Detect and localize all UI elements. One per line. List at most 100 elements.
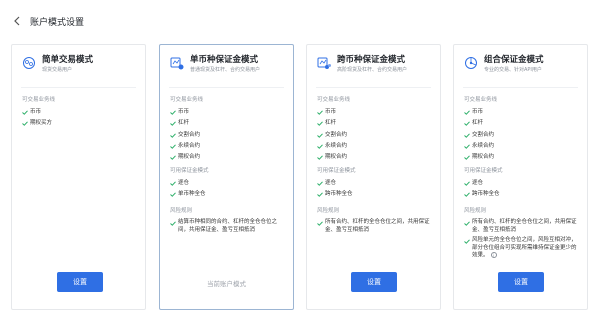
- tradable-section: 可交易业务线 币币 杠杆 交割合约 永续合约 期权合约: [170, 96, 285, 163]
- list-item: 单币种全仓: [170, 189, 285, 200]
- list-item: 杠杆: [464, 118, 579, 129]
- check-icon: [317, 152, 325, 163]
- list-item: 杠杆: [317, 118, 432, 129]
- list-item: 交割合约: [317, 130, 432, 141]
- page-title: 账户模式设置: [30, 17, 85, 28]
- risk-section: 风险规则 结算币种相同的合约、杠杆的全仓仓位之间，共用保证金、盈亏互相抵消: [170, 207, 285, 234]
- card-description: 普通现货及杠杆、合约交易用户: [190, 67, 261, 73]
- card-title: 单币种保证金模式: [190, 55, 259, 65]
- card-single-currency-margin[interactable]: 单币种保证金模式 普通现货及杠杆、合约交易用户 可交易业务线 币币 杠杆 交割合…: [159, 44, 294, 310]
- info-icon[interactable]: i: [490, 252, 497, 258]
- check-icon: [464, 189, 472, 200]
- back-arrow-icon[interactable]: [10, 14, 24, 28]
- list-item: 币币: [464, 107, 579, 118]
- list-item: 结算币种相同的合约、杠杆的全仓仓位之间，共用保证金、盈亏互相抵消: [170, 218, 285, 234]
- list-item: 币币: [317, 107, 432, 118]
- list-item: 杠杆: [170, 118, 285, 129]
- divider: [463, 87, 578, 88]
- list-item: 交割合约: [170, 130, 285, 141]
- card-description: 专业的交易、针对API用户: [484, 67, 542, 73]
- check-icon: [464, 236, 472, 247]
- card-description: 现货交易用户: [42, 67, 73, 73]
- page-header: 账户模式设置: [10, 13, 84, 29]
- check-icon: [317, 130, 325, 141]
- section-title: 可用保证金模式: [464, 168, 503, 174]
- section-title: 可交易业务线: [22, 97, 56, 103]
- check-icon: [170, 107, 178, 118]
- check-icon: [464, 152, 472, 163]
- check-icon: [170, 189, 178, 200]
- margin-section: 可用保证金模式 逐仓 跨币种全仓: [317, 167, 432, 201]
- section-title: 可交易业务线: [464, 97, 498, 103]
- portfolio-margin-icon: [464, 55, 478, 69]
- list-item: 所有合约、杠杆的全仓仓位之间，共用保证金、盈亏互相抵消: [317, 218, 432, 234]
- set-button[interactable]: 设置: [57, 272, 103, 292]
- card-title: 组合保证金模式: [484, 55, 544, 65]
- card-header: 组合保证金模式 专业的交易、针对API用户: [464, 54, 581, 74]
- list-item: 期权合约: [317, 152, 432, 163]
- check-icon: [317, 178, 325, 189]
- list-item: 逐仓: [170, 178, 285, 189]
- check-icon: [464, 141, 472, 152]
- check-icon: [170, 118, 178, 129]
- risk-section: 风险规则 所有合约、杠杆的全仓仓位之间，共用保证金、盈亏互相抵消 风险单元的全仓…: [464, 207, 579, 260]
- margin-section: 可用保证金模式 逐仓 单币种全仓: [170, 167, 285, 201]
- divider: [316, 87, 431, 88]
- list-item: 期权买方: [22, 118, 137, 129]
- check-icon: [170, 141, 178, 152]
- list-item: 所有合约、杠杆的全仓仓位之间，共用保证金、盈亏互相抵消: [464, 218, 579, 234]
- list-item: 交割合约: [464, 130, 579, 141]
- check-icon: [170, 152, 178, 163]
- list-item: 跨币种全仓: [464, 189, 579, 200]
- check-icon: [317, 189, 325, 200]
- card-header: 跨币种保证金模式 高阶现货及杠杆、合约交易用户: [317, 54, 434, 74]
- list-item: 风险单元的全仓仓位之间，风险互相对冲，部分仓位组合可实现所需维持保证金更少的效果…: [464, 236, 579, 260]
- check-icon: [170, 178, 178, 189]
- list-item: 逐仓: [317, 178, 432, 189]
- tradable-section: 可交易业务线 币币 杠杆 交割合约 永续合约 期权合约: [317, 96, 432, 163]
- margin-section: 可用保证金模式 逐仓 跨币种全仓: [464, 167, 579, 201]
- card-cross-currency-margin[interactable]: 跨币种保证金模式 高阶现货及杠杆、合约交易用户 可交易业务线 币币 杠杆 交割合…: [306, 44, 441, 310]
- section-title: 风险规则: [170, 208, 193, 214]
- card-title: 简单交易模式: [42, 55, 94, 65]
- list-item: 跨币种全仓: [317, 189, 432, 200]
- check-icon: [464, 178, 472, 189]
- section-title: 可交易业务线: [170, 97, 204, 103]
- check-icon: [22, 118, 30, 129]
- list-item: 永续合约: [170, 141, 285, 152]
- card-portfolio-margin[interactable]: 组合保证金模式 专业的交易、针对API用户 可交易业务线 币币 杠杆 交割合约 …: [453, 44, 588, 310]
- check-icon: [170, 130, 178, 141]
- card-simple-mode[interactable]: 简单交易模式 现货交易用户 可交易业务线 币币 期权买方 设置: [11, 44, 146, 310]
- check-icon: [170, 218, 178, 229]
- tradable-section: 可交易业务线 币币 杠杆 交割合约 永续合约 期权合约: [464, 96, 579, 163]
- divider: [169, 87, 284, 88]
- check-icon: [317, 118, 325, 129]
- card-description: 高阶现货及杠杆、合约交易用户: [337, 67, 408, 73]
- list-item: 永续合约: [317, 141, 432, 152]
- section-title: 风险规则: [317, 208, 340, 214]
- check-icon: [464, 107, 472, 118]
- list-item: 币币: [170, 107, 285, 118]
- check-icon: [317, 218, 325, 229]
- check-icon: [464, 130, 472, 141]
- list-item: 永续合约: [464, 141, 579, 152]
- check-icon: [464, 118, 472, 129]
- simple-mode-icon: [22, 55, 36, 69]
- section-title: 风险规则: [464, 208, 487, 214]
- card-header: 简单交易模式 现货交易用户: [22, 54, 139, 74]
- cross-currency-icon: [317, 55, 331, 69]
- check-icon: [317, 107, 325, 118]
- list-item: 逐仓: [464, 178, 579, 189]
- divider: [21, 87, 136, 88]
- list-item: 期权合约: [170, 152, 285, 163]
- check-icon: [317, 141, 325, 152]
- check-icon: [22, 107, 30, 118]
- check-icon: [464, 218, 472, 229]
- card-title: 跨币种保证金模式: [337, 55, 406, 65]
- set-button[interactable]: 设置: [351, 272, 397, 292]
- risk-section: 风险规则 所有合约、杠杆的全仓仓位之间，共用保证金、盈亏互相抵消: [317, 207, 432, 234]
- card-header: 单币种保证金模式 普通现货及杠杆、合约交易用户: [170, 54, 287, 74]
- section-title: 可交易业务线: [317, 97, 351, 103]
- tradable-section: 可交易业务线 币币 期权买方: [22, 96, 137, 130]
- set-button[interactable]: 设置: [498, 272, 544, 292]
